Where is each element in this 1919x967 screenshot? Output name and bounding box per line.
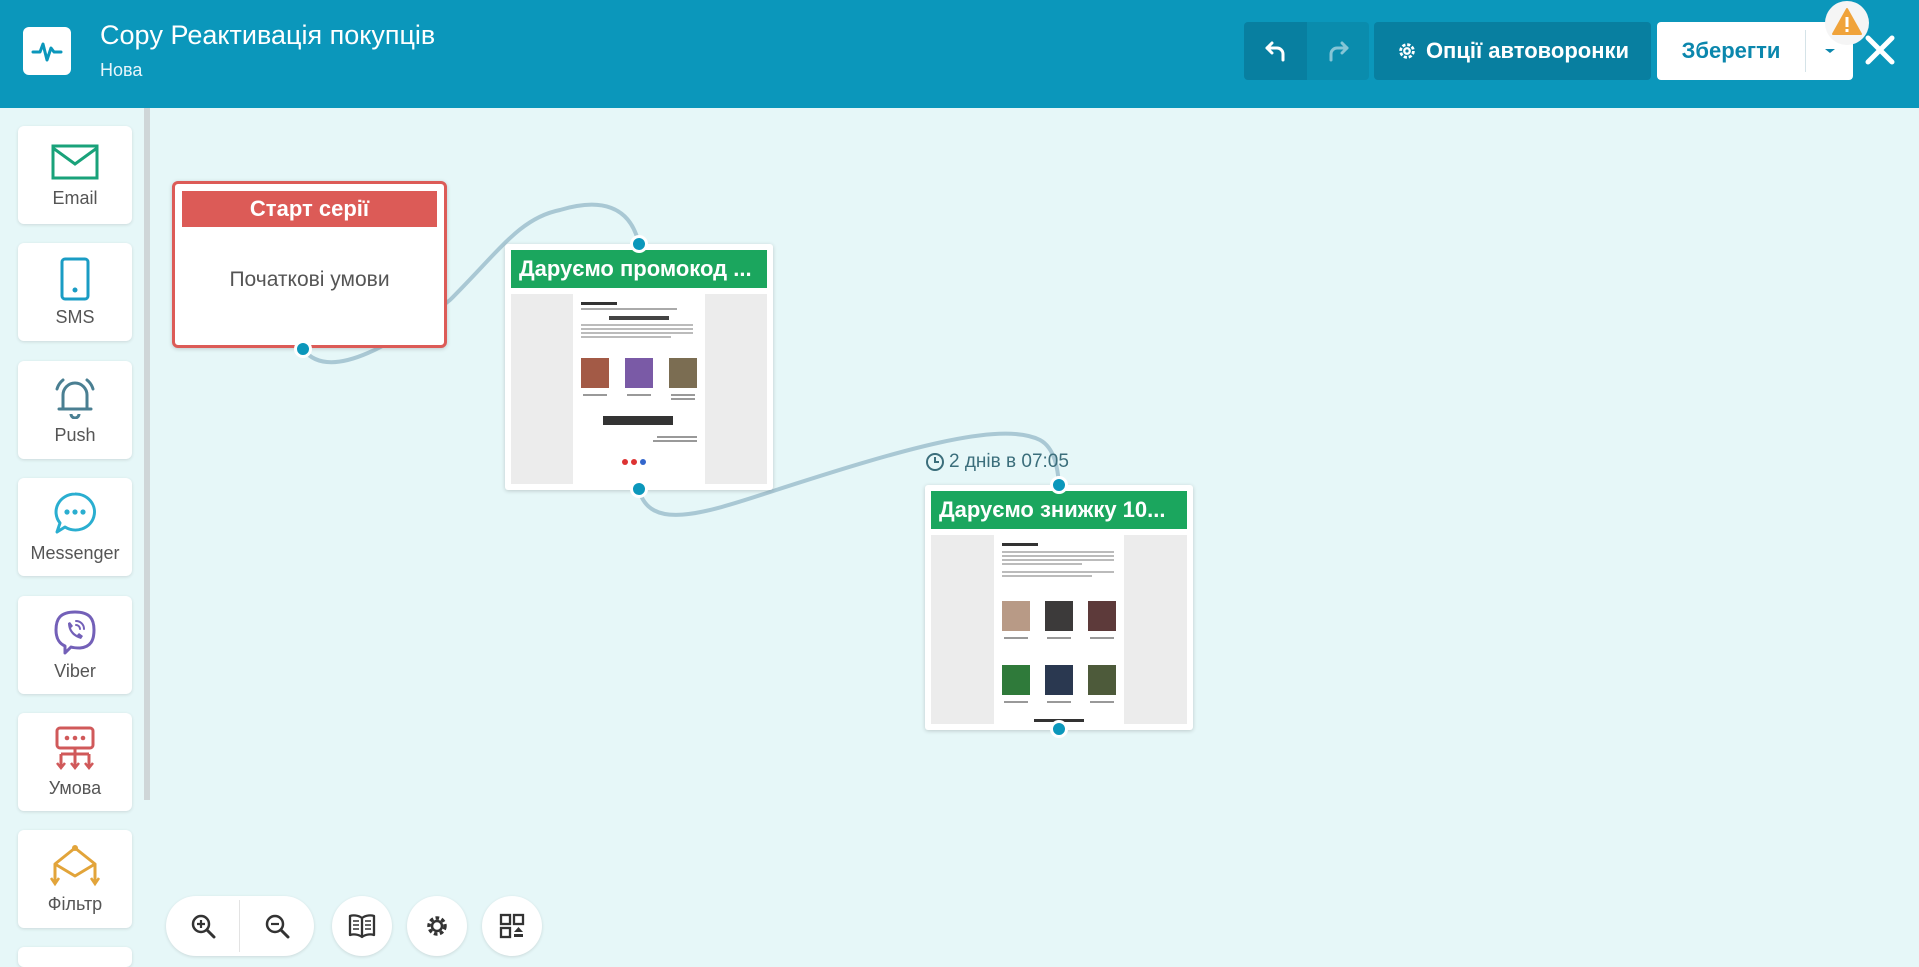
sidebar-item-more[interactable] xyxy=(18,947,132,967)
email-preview xyxy=(931,535,1187,724)
email-preview-content-icon xyxy=(581,302,697,465)
status-label: Нова xyxy=(100,60,143,80)
email-node-title: Даруємо промокод ... xyxy=(511,250,767,288)
envelope-icon xyxy=(51,144,99,179)
app-logo[interactable] xyxy=(23,27,71,75)
zoom-in-button[interactable] xyxy=(166,896,240,956)
email2-input-port[interactable] xyxy=(1050,476,1068,494)
funnel-options-button[interactable]: Опції автоворонки xyxy=(1374,22,1651,80)
sidebar-item-messenger[interactable]: Messenger xyxy=(18,478,132,576)
email-node-promo-code[interactable]: Даруємо промокод ... xyxy=(505,244,773,490)
email-preview-sheet xyxy=(573,294,705,484)
email-preview-sheet xyxy=(994,535,1124,724)
start-node-conditions: Початкові умови xyxy=(229,268,390,291)
undo-button[interactable] xyxy=(1244,22,1307,80)
top-bar: Copy Реактивація покупців Нова Опції авт… xyxy=(0,0,1919,108)
sidebar-item-sms[interactable]: SMS xyxy=(18,243,132,341)
sidebar-item-label: Push xyxy=(54,424,96,445)
clock-icon xyxy=(926,453,944,471)
zoom-in-icon xyxy=(191,914,216,939)
sidebar-scrollbar[interactable] xyxy=(144,108,150,800)
sidebar-item-label: SMS xyxy=(55,306,95,327)
layout-button[interactable] xyxy=(482,896,542,956)
save-button[interactable]: Зберегти xyxy=(1657,22,1805,80)
gear-icon xyxy=(427,916,447,936)
email-preview-content-icon xyxy=(1002,543,1116,722)
filter-icon xyxy=(49,844,101,886)
help-guide-button[interactable] xyxy=(332,896,392,956)
zoom-out-button[interactable] xyxy=(240,896,314,956)
sidebar-item-label: Messenger xyxy=(30,542,120,563)
settings-button[interactable] xyxy=(407,896,467,956)
sidebar-item-push[interactable]: Push xyxy=(18,361,132,459)
condition-icon xyxy=(55,726,95,770)
email-preview xyxy=(511,294,767,484)
undo-icon xyxy=(1265,41,1284,62)
start-node[interactable]: Старт серії Початкові умови xyxy=(172,181,447,348)
email1-input-port[interactable] xyxy=(630,235,648,253)
start-node-title: Старт серії xyxy=(182,191,437,227)
zoom-controls xyxy=(166,896,314,956)
viber-icon xyxy=(54,610,96,654)
sidebar-item-label: Умова xyxy=(48,777,102,798)
funnel-options-label: Опції автоворонки xyxy=(1425,38,1630,63)
sidebar-item-viber[interactable]: Viber xyxy=(18,596,132,694)
sidebar-item-email[interactable]: Email xyxy=(18,126,132,224)
bell-icon xyxy=(55,378,95,419)
email-node-title: Даруємо знижку 10... xyxy=(931,491,1187,529)
zoom-out-icon xyxy=(265,914,290,939)
delay-text: 2 днів в 07:05 xyxy=(949,451,1069,472)
sidebar-item-filter[interactable]: Фільтр xyxy=(18,830,132,928)
close-icon[interactable] xyxy=(1862,32,1898,68)
gear-icon xyxy=(1399,43,1415,59)
email2-output-port[interactable] xyxy=(1050,720,1068,738)
redo-icon xyxy=(1329,41,1349,62)
redo-button[interactable] xyxy=(1307,22,1369,80)
email1-output-port[interactable] xyxy=(630,480,648,498)
sidebar-item-condition[interactable]: Умова xyxy=(18,713,132,811)
delay-label: 2 днів в 07:05 xyxy=(925,451,1069,473)
start-node-output-port[interactable] xyxy=(294,340,312,358)
chat-icon xyxy=(54,491,96,533)
sidebar-item-label: Фільтр xyxy=(47,893,103,914)
email-node-discount[interactable]: Даруємо знижку 10... xyxy=(925,485,1193,730)
chevron-down-icon xyxy=(1825,49,1835,53)
sidebar-item-label: Viber xyxy=(54,660,96,681)
grid-layout-icon xyxy=(499,913,525,939)
sidebar-item-label: Email xyxy=(52,187,98,208)
book-icon xyxy=(348,914,376,939)
page-title: Copy Реактивація покупців xyxy=(100,20,436,50)
flow-connectors xyxy=(301,202,1061,517)
pulse-icon xyxy=(31,42,63,62)
phone-icon xyxy=(60,257,90,300)
